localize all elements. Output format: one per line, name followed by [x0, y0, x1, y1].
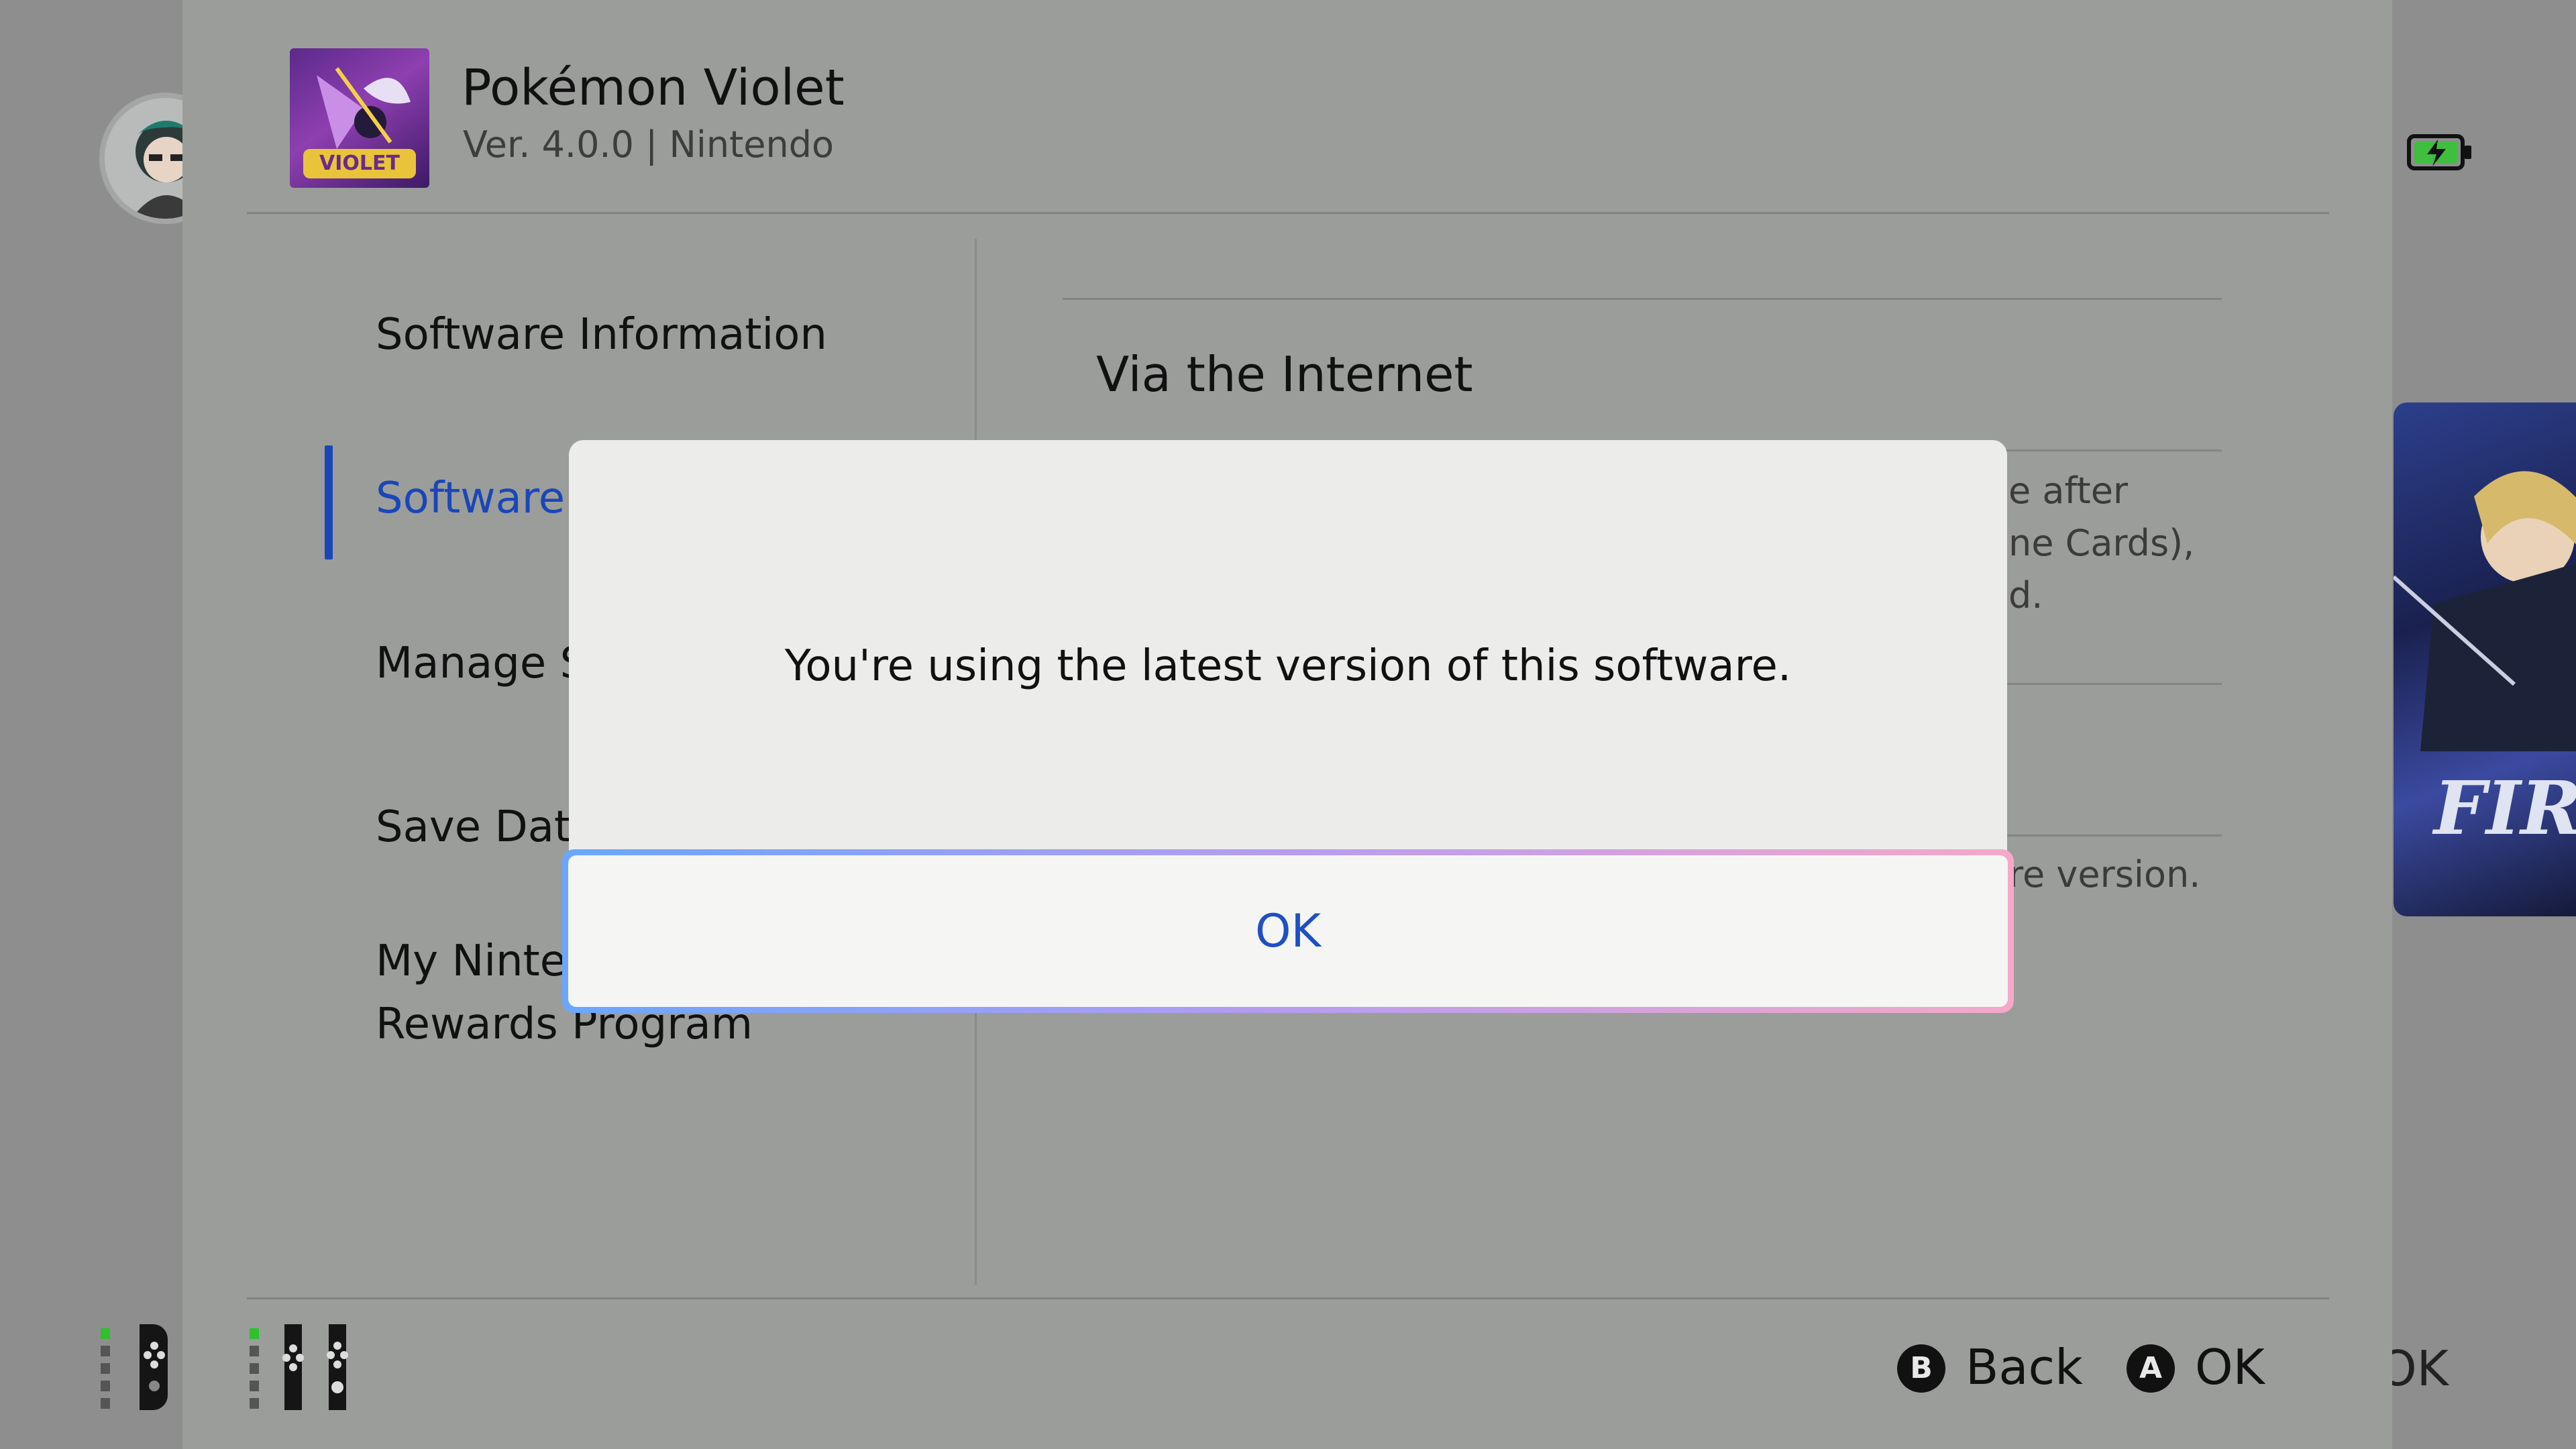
game-tile-title: FIRE [2434, 765, 2576, 851]
description-fragment: d. [2008, 574, 2043, 616]
game-icon-logo: VIOLET [303, 149, 416, 178]
description-fragment: e after [2008, 470, 2129, 512]
game-title: Pokémon Violet [462, 59, 845, 117]
nav-item-manage-software[interactable]: Manage S [376, 639, 587, 688]
nav-item-my-nintendo[interactable]: My Ninte [376, 936, 566, 986]
ok-button-label: OK [1254, 904, 1322, 958]
nav-item-save-data[interactable]: Save Data [376, 802, 597, 852]
header-divider [247, 212, 2329, 214]
b-button-icon: B [1897, 1344, 1945, 1393]
dialog-ok-button[interactable]: OK [562, 849, 2014, 1013]
footer-back-button[interactable]: Back [1966, 1339, 2083, 1395]
footer-ok-button[interactable]: OK [2195, 1339, 2265, 1395]
content-divider [1063, 298, 2222, 300]
battery-icon [2407, 134, 2473, 170]
ok-button-surface[interactable]: OK [568, 855, 2008, 1007]
nav-item-software-information[interactable]: Software Information [376, 310, 827, 360]
controller-status-icon [248, 1319, 373, 1413]
dialog-message: You're using the latest version of this … [784, 641, 1792, 691]
home-game-tile: FIRE [2394, 402, 2576, 916]
description-fragment: re version. [2008, 853, 2201, 896]
footer-divider [247, 1297, 2329, 1299]
a-button-icon: A [2127, 1344, 2175, 1393]
controller-status-icon [99, 1319, 173, 1413]
game-icon: VIOLET [290, 48, 429, 188]
description-fragment: ne Cards), [2008, 522, 2195, 564]
nav-active-indicator [325, 445, 333, 559]
game-version-publisher: Ver. 4.0.0 | Nintendo [463, 123, 835, 166]
via-internet-option[interactable]: Via the Internet [1096, 346, 1473, 402]
